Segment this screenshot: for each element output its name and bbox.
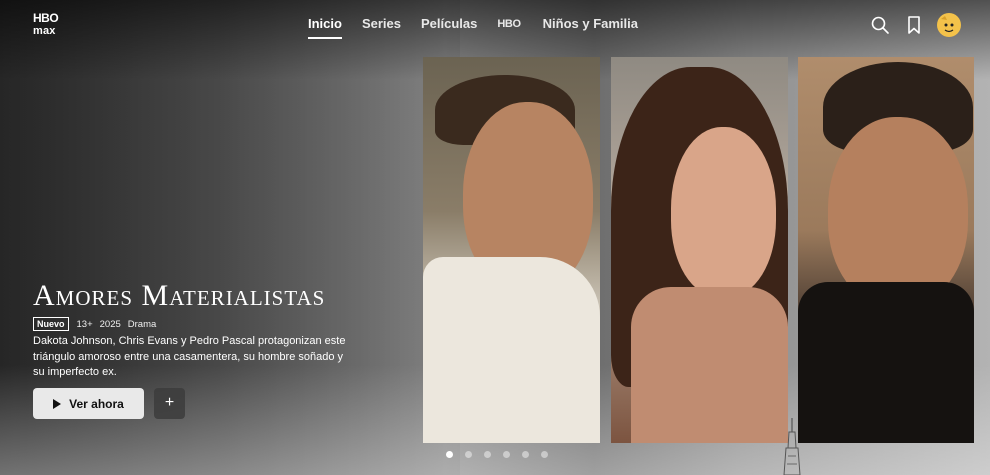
nav-item-ninos-y-familia[interactable]: Niños y Familia xyxy=(543,16,638,36)
search-icon[interactable] xyxy=(870,15,890,35)
hero-title: Amores Materialistas xyxy=(33,279,326,312)
carousel-dots xyxy=(446,451,560,458)
play-icon xyxy=(53,398,62,409)
nav-item-hbo[interactable]: HBO xyxy=(497,16,521,36)
add-to-list-button[interactable]: + xyxy=(154,388,185,419)
main-nav: Inicio Series Películas HBO Niños y Fami… xyxy=(308,16,658,39)
logo-line-2: max xyxy=(33,25,56,37)
age-rating: 13+ xyxy=(76,318,93,330)
poster-panel-chris-evans xyxy=(423,57,600,443)
carousel-dot[interactable] xyxy=(465,451,472,458)
poster-panel-dakota-johnson xyxy=(611,57,788,443)
nav-item-inicio[interactable]: Inicio xyxy=(308,16,342,39)
hero-description: Dakota Johnson, Chris Evans y Pedro Pasc… xyxy=(33,335,346,378)
watch-now-button[interactable]: Ver ahora xyxy=(33,388,144,419)
poster-panel-pedro-pascal xyxy=(798,57,974,443)
carousel-dot[interactable] xyxy=(522,451,529,458)
carousel-dot[interactable] xyxy=(446,451,453,458)
nav-item-peliculas[interactable]: Películas xyxy=(421,16,477,36)
nav-item-series[interactable]: Series xyxy=(362,16,401,36)
bookmark-icon[interactable] xyxy=(904,15,924,35)
carousel-dot[interactable] xyxy=(503,451,510,458)
hbo-max-logo[interactable]: HBO max xyxy=(33,12,69,38)
hero-meta: Nuevo 13+ 2025 Drama xyxy=(33,317,163,331)
logo-line-1: HBO xyxy=(33,11,59,25)
new-badge: Nuevo xyxy=(33,317,69,331)
release-year: 2025 xyxy=(99,318,121,330)
carousel-dot[interactable] xyxy=(484,451,491,458)
skyline-tower-graphic xyxy=(783,418,801,475)
avatar-face-icon xyxy=(940,16,958,35)
avatar[interactable] xyxy=(937,13,961,37)
watch-now-label: Ver ahora xyxy=(69,396,124,411)
carousel-dot[interactable] xyxy=(541,451,548,458)
genre: Drama xyxy=(127,318,157,330)
